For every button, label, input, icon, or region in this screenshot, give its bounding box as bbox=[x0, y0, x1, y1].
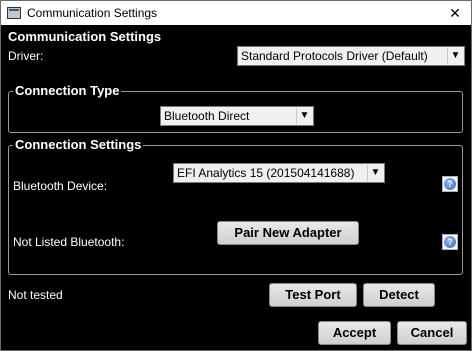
accept-label: Accept bbox=[332, 325, 377, 340]
help-icon-glyph: ? bbox=[444, 236, 456, 248]
title-bar: Communication Settings ✕ bbox=[1, 1, 471, 25]
dialog-content: Communication Settings Driver: Standard … bbox=[1, 25, 471, 350]
connection-settings-title: Connection Settings bbox=[13, 137, 144, 152]
help-icon[interactable]: ? bbox=[442, 234, 458, 250]
driver-select[interactable]: Standard Protocols Driver (Default) ▼ bbox=[237, 46, 465, 66]
test-port-label: Test Port bbox=[285, 287, 341, 302]
close-icon[interactable]: ✕ bbox=[439, 1, 471, 25]
window-title: Communication Settings bbox=[27, 6, 158, 20]
chevron-down-icon[interactable]: ▼ bbox=[447, 48, 463, 64]
driver-select-value: Standard Protocols Driver (Default) bbox=[241, 49, 428, 63]
bluetooth-device-label: Bluetooth Device: bbox=[13, 179, 108, 193]
chevron-down-icon[interactable]: ▼ bbox=[296, 108, 312, 124]
pair-new-adapter-label: Pair New Adapter bbox=[234, 225, 342, 240]
communication-settings-window: Communication Settings ✕ Communication S… bbox=[0, 0, 472, 351]
status-text: Not tested bbox=[8, 288, 63, 302]
cancel-button[interactable]: Cancel bbox=[397, 321, 467, 345]
detect-label: Detect bbox=[379, 287, 419, 302]
connection-type-title: Connection Type bbox=[13, 83, 122, 98]
detect-button[interactable]: Detect bbox=[363, 283, 435, 307]
driver-label: Driver: bbox=[8, 49, 44, 63]
main-heading: Communication Settings bbox=[8, 29, 162, 44]
connection-type-value: Bluetooth Direct bbox=[164, 109, 250, 123]
bluetooth-device-select[interactable]: EFI Analytics 15 (201504141688) ▼ bbox=[173, 163, 385, 183]
chevron-down-icon[interactable]: ▼ bbox=[367, 165, 383, 181]
help-icon-glyph: ? bbox=[444, 178, 456, 190]
accept-button[interactable]: Accept bbox=[318, 321, 391, 345]
connection-type-group: Connection Type Bluetooth Direct ▼ bbox=[8, 83, 463, 133]
connection-settings-group: Connection Settings EFI Analytics 15 (20… bbox=[8, 137, 463, 275]
help-icon[interactable]: ? bbox=[442, 176, 458, 192]
connection-type-select[interactable]: Bluetooth Direct ▼ bbox=[160, 106, 314, 126]
not-listed-bluetooth-label: Not Listed Bluetooth: bbox=[13, 235, 125, 249]
test-port-button[interactable]: Test Port bbox=[269, 283, 357, 307]
app-window-icon bbox=[7, 7, 21, 19]
cancel-label: Cancel bbox=[410, 325, 454, 340]
bluetooth-device-value: EFI Analytics 15 (201504141688) bbox=[177, 166, 355, 180]
pair-new-adapter-button[interactable]: Pair New Adapter bbox=[217, 221, 359, 245]
